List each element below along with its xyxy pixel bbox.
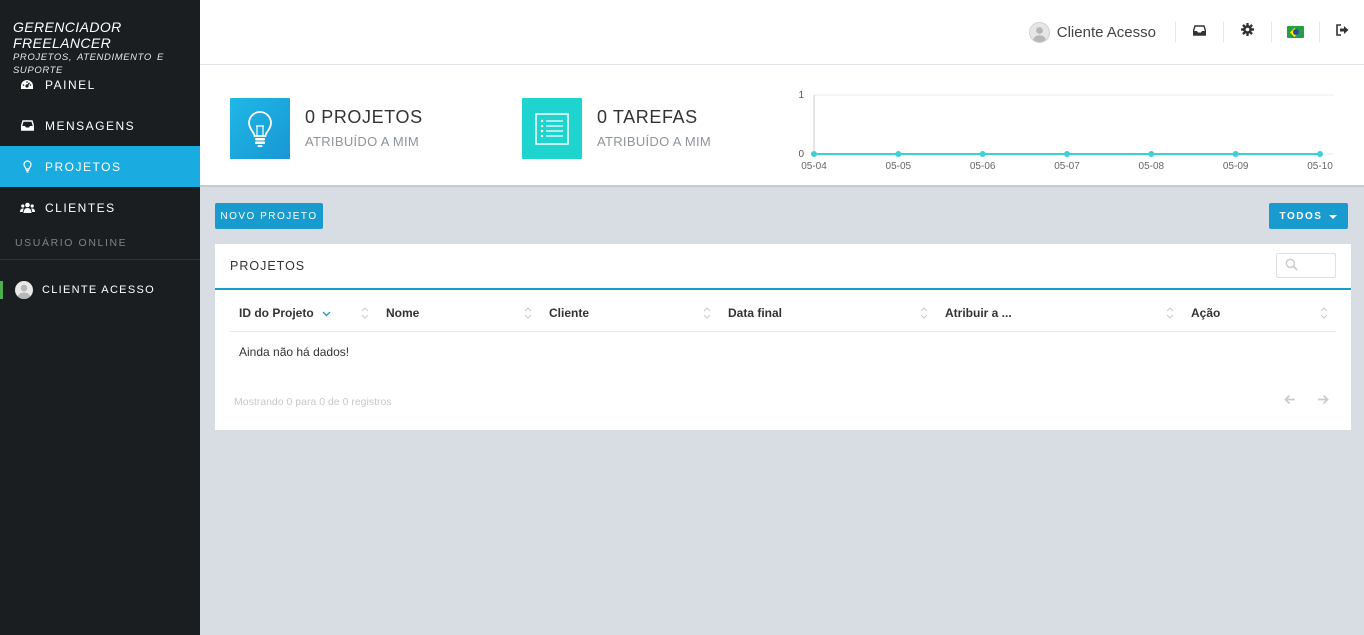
- sidebar-item-mensagens[interactable]: MENSAGENS: [0, 105, 200, 146]
- sidebar-item-label: MENSAGENS: [45, 118, 136, 133]
- projects-panel: PROJETOS ID do Projeto Nome Cliente Data…: [215, 244, 1351, 430]
- projects-table: ID do Projeto Nome Cliente Data final At…: [230, 296, 1336, 373]
- filter-dropdown-button[interactable]: TODOS: [1269, 203, 1348, 229]
- online-user-name: CLIENTE ACESSO: [42, 284, 155, 296]
- caret-down-icon: [1329, 215, 1338, 219]
- search-input[interactable]: [1298, 258, 1328, 273]
- lightbulb-icon: [230, 98, 290, 159]
- chart-point: [1317, 151, 1323, 157]
- column-header-id[interactable]: ID do Projeto: [230, 296, 377, 332]
- chart-point: [895, 151, 902, 157]
- projects-chart: 0 1 05-04 05-05 05-06 05-07 05-08 05-09 05-10: [798, 90, 1334, 172]
- brazil-flag-icon: [1287, 26, 1304, 38]
- sidebar-item-label: PROJETOS: [45, 159, 122, 174]
- pagination: [1282, 391, 1331, 407]
- projects-label: ATRIBUÍDO A MIM: [305, 134, 420, 149]
- chart-y-tick-label: 1: [798, 90, 804, 101]
- topbar: Cliente Acesso: [200, 0, 1364, 65]
- sidebar-item-clientes[interactable]: CLIENTES: [0, 187, 200, 228]
- lightbulb-icon: [19, 159, 35, 175]
- topbar-actions: Cliente Acesso: [1028, 0, 1364, 64]
- sort-icon: [920, 307, 928, 319]
- brand-title: GERENCIADOR FREELANCER: [13, 19, 122, 51]
- chart-x-tick-label: 05-06: [970, 161, 996, 172]
- search-icon: [1285, 258, 1298, 274]
- column-header-acao[interactable]: Ação: [1182, 296, 1336, 332]
- arrow-left-icon: [1284, 394, 1295, 404]
- sidebar: GERENCIADOR FREELANCER PROJETOS, ATENDIM…: [0, 0, 200, 635]
- panel-title: PROJETOS: [230, 259, 306, 273]
- sign-out-icon: [1335, 23, 1349, 41]
- user-name: Cliente Acesso: [1056, 23, 1156, 41]
- gear-icon: [1241, 23, 1254, 41]
- prev-page-button[interactable]: [1282, 391, 1298, 407]
- tasks-stat[interactable]: 0 TAREFAS ATRIBUÍDO A MIM: [522, 98, 711, 159]
- sort-icon: [1166, 307, 1174, 319]
- arrow-right-icon: [1318, 394, 1329, 404]
- column-header-data-final[interactable]: Data final: [719, 296, 936, 332]
- sort-desc-icon: [322, 311, 331, 317]
- column-header-cliente[interactable]: Cliente: [540, 296, 719, 332]
- stats-panel: 0 PROJETOS ATRIBUÍDO A MIM 0 TAREFAS ATR…: [200, 65, 1364, 187]
- sort-icon: [703, 307, 711, 319]
- search-box[interactable]: [1276, 253, 1336, 278]
- tasks-label: ATRIBUÍDO A MIM: [597, 134, 712, 149]
- chart-point: [979, 151, 986, 157]
- settings-button[interactable]: [1223, 22, 1271, 42]
- logout-button[interactable]: [1319, 22, 1364, 42]
- chart-point: [1064, 151, 1070, 157]
- chart-x-tick-label: 05-07: [1054, 161, 1080, 172]
- sidebar-item-projetos[interactable]: PROJETOS: [0, 146, 200, 187]
- chart-y-tick-label: 0: [798, 149, 804, 160]
- filter-label: TODOS: [1279, 210, 1323, 222]
- chart-x-tick-label: 05-10: [1307, 161, 1333, 172]
- avatar: [1028, 21, 1050, 43]
- brand-logo[interactable]: GERENCIADOR FREELANCER PROJETOS, ATENDIM…: [0, 0, 200, 76]
- column-header-nome[interactable]: Nome: [377, 296, 540, 332]
- messages-button[interactable]: [1175, 22, 1223, 42]
- inbox-icon: [1192, 23, 1207, 41]
- sidebar-item-label: PAINEL: [45, 77, 96, 92]
- next-page-button[interactable]: [1315, 391, 1331, 407]
- table-row: Ainda não há dados!: [230, 331, 1336, 373]
- chart-x-tick-label: 05-05: [886, 161, 912, 172]
- empty-message: Ainda não há dados!: [239, 345, 350, 360]
- inbox-icon: [19, 118, 35, 134]
- new-project-button[interactable]: NOVO PROJETO: [215, 203, 323, 229]
- users-icon: [19, 200, 35, 216]
- language-button[interactable]: [1271, 22, 1319, 42]
- chart-x-tick-label: 05-04: [801, 161, 827, 172]
- task-list-icon: [522, 98, 582, 159]
- user-menu[interactable]: Cliente Acesso: [1028, 21, 1175, 43]
- chart-point: [811, 151, 817, 157]
- sort-icon: [361, 307, 369, 319]
- chart-x-tick-label: 05-09: [1223, 161, 1249, 172]
- online-users-heading: USUÁRIO ONLINE: [0, 228, 200, 260]
- column-header-atribuir[interactable]: Atribuir a ...: [936, 296, 1182, 332]
- tasks-count: 0 TAREFAS: [597, 107, 698, 127]
- avatar: [15, 281, 33, 299]
- online-user-item[interactable]: CLIENTE ACESSO: [0, 260, 200, 320]
- sidebar-item-label: CLIENTES: [45, 200, 116, 215]
- chart-point: [1232, 151, 1239, 157]
- chart-x-tick-label: 05-08: [1139, 161, 1165, 172]
- projects-stat[interactable]: 0 PROJETOS ATRIBUÍDO A MIM: [230, 98, 423, 159]
- sort-icon: [524, 307, 532, 319]
- dashboard-icon: [19, 77, 35, 93]
- chart-point: [1148, 151, 1155, 157]
- sort-icon: [1320, 307, 1328, 319]
- table-info: Mostrando 0 para 0 de 0 registros: [234, 396, 392, 408]
- projects-count: 0 PROJETOS: [305, 107, 423, 127]
